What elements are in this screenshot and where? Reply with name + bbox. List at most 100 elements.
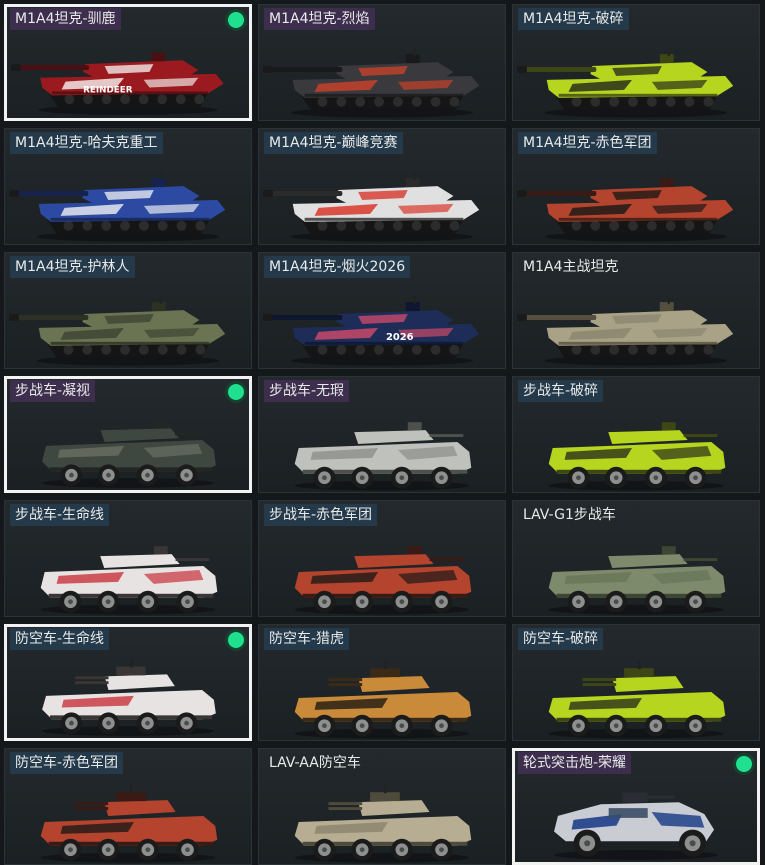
skin-card[interactable]: M1A4坦克-赤色军团 [512,128,760,245]
vehicle-image [294,422,472,491]
skin-card[interactable]: 防空车-生命线 [4,624,252,741]
vehicle-image: REINDEER [10,46,224,115]
equipped-status-icon [736,756,752,772]
skin-card[interactable]: 步战车-无瑕 [258,376,506,493]
vehicle-image: 2026 [262,296,480,366]
skin-name-label: 防空车-赤色军团 [10,752,124,774]
skin-card[interactable]: 防空车-破碎 [512,624,760,741]
wheel [605,590,628,613]
equipped-status-icon [228,12,244,28]
wheel [390,590,413,613]
skin-card[interactable]: M1A4坦克-烈焰 [258,4,506,121]
wheel [605,466,628,489]
wheel [136,464,159,486]
wheel [59,838,82,861]
wheel [60,712,83,734]
vehicle-image [8,296,226,366]
wheel [313,590,336,613]
wheel [390,466,413,489]
wheel [430,838,453,861]
skin-name-label: 步战车-凝视 [10,380,96,402]
vehicle-image [548,422,726,491]
skin-card[interactable]: LAV-G1步战车 [512,500,760,617]
wheel [644,466,667,489]
wheel [684,714,707,737]
skin-name-label: 步战车-破碎 [518,380,604,402]
vehicle-image [554,792,718,860]
equipped-status-icon [228,384,244,400]
wheel [136,590,159,613]
wheel [430,714,453,737]
wheel [573,829,601,857]
skin-name-label: M1A4坦克-护林人 [10,256,135,278]
wheel [567,590,590,613]
vehicle-image [516,48,734,118]
wheel [567,714,590,737]
skin-card[interactable]: M1A4坦克-巅峰竞赛 [258,128,506,245]
vehicle-image [40,784,218,863]
wheel [351,466,374,489]
skin-card[interactable]: REINDEER M1A4坦克-驯鹿 [4,4,252,121]
wheel [605,714,628,737]
skin-name-label: 步战车-无瑕 [264,380,350,402]
skin-card[interactable]: 2026 M1A4坦克-烟火2026 [258,252,506,369]
wheel [136,838,159,861]
skin-name-label: M1A4坦克-烈焰 [264,8,375,30]
equipped-status-icon [228,632,244,648]
skin-name-label: M1A4坦克-巅峰竞赛 [264,132,403,154]
wheel [351,838,374,861]
wheel [60,464,83,486]
skin-name-label: M1A4坦克-哈夫克重工 [10,132,163,154]
wheel [678,829,707,857]
wheel [390,838,413,861]
skin-name-label: M1A4坦克-驯鹿 [10,8,121,30]
wheel [644,714,667,737]
vehicle-image [548,546,726,615]
skin-card[interactable]: 防空车-赤色军团 [4,748,252,865]
skin-card[interactable]: 步战车-破碎 [512,376,760,493]
skin-name-label: M1A4坦克-赤色军团 [518,132,657,154]
skin-name-label: 轮式突击炮-荣耀 [518,752,632,774]
wheel [59,590,82,613]
wheel [644,590,667,613]
vehicle-image [40,546,218,615]
wheel [176,590,199,613]
skin-card[interactable]: 步战车-凝视 [4,376,252,493]
skin-card[interactable]: 防空车-猎虎 [258,624,506,741]
skin-card[interactable]: M1A4坦克-哈夫克重工 [4,128,252,245]
vehicle-image [548,660,726,739]
skin-name-label: M1A4主战坦克 [523,259,619,275]
skin-card[interactable]: 步战车-生命线 [4,500,252,617]
skin-card[interactable]: 步战车-赤色军团 [258,500,506,617]
wheel [97,590,120,613]
wheel [313,714,336,737]
skin-name-label: LAV-G1步战车 [523,507,616,523]
wheel [136,712,159,734]
skin-name-label: M1A4坦克-破碎 [518,8,629,30]
skin-card[interactable]: M1A4主战坦克 [512,252,760,369]
vehicle-image [516,172,734,242]
skin-name-label: LAV-AA防空车 [269,755,361,771]
skin-card[interactable]: M1A4坦克-护林人 [4,252,252,369]
skin-card[interactable]: 轮式突击炮-荣耀 [512,748,760,865]
wheel [313,838,336,861]
skin-card[interactable]: M1A4坦克-破碎 [512,4,760,121]
vehicle-decal-text: 2026 [386,332,414,343]
wheel [97,464,120,486]
wheel [390,714,413,737]
vehicle-image [294,546,472,615]
wheel [430,466,453,489]
skin-name-label: 防空车-猎虎 [264,628,350,650]
vehicle-image [294,660,472,739]
wheel [313,466,336,489]
skin-name-label: 步战车-赤色军团 [264,504,378,526]
vehicle-image [294,784,472,863]
wheel [97,712,120,734]
wheel [430,590,453,613]
vehicle-decal-text: REINDEER [83,85,133,95]
vehicle-image [516,296,734,366]
wheel [684,590,707,613]
skin-card[interactable]: LAV-AA防空车 [258,748,506,865]
wheel [567,466,590,489]
skin-name-label: 防空车-破碎 [518,628,604,650]
